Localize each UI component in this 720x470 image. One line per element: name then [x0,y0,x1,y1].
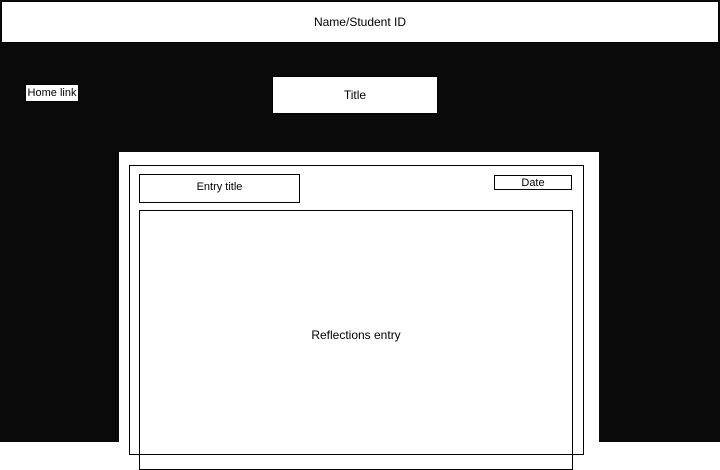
reflections-entry: Reflections entry [139,210,573,470]
page-background: Name/Student ID Home link Title Entry ti… [0,0,720,470]
entry-date: Date [494,175,572,190]
page-title: Title [272,76,438,114]
entry-panel: Entry title Date Reflections entry [119,152,599,470]
page-title-label: Title [343,88,367,102]
student-id-label: Name/Student ID [313,15,407,29]
header-bar: Name/Student ID [1,1,719,43]
entry-date-label: Date [521,176,545,189]
entry-card: Entry title Date Reflections entry [129,165,584,470]
home-link-label: Home link [27,87,77,99]
entry-title-label: Entry title [196,180,243,193]
entry-title: Entry title [139,174,300,203]
reflections-entry-label: Reflections entry [311,328,401,342]
home-link[interactable]: Home link [25,84,79,102]
